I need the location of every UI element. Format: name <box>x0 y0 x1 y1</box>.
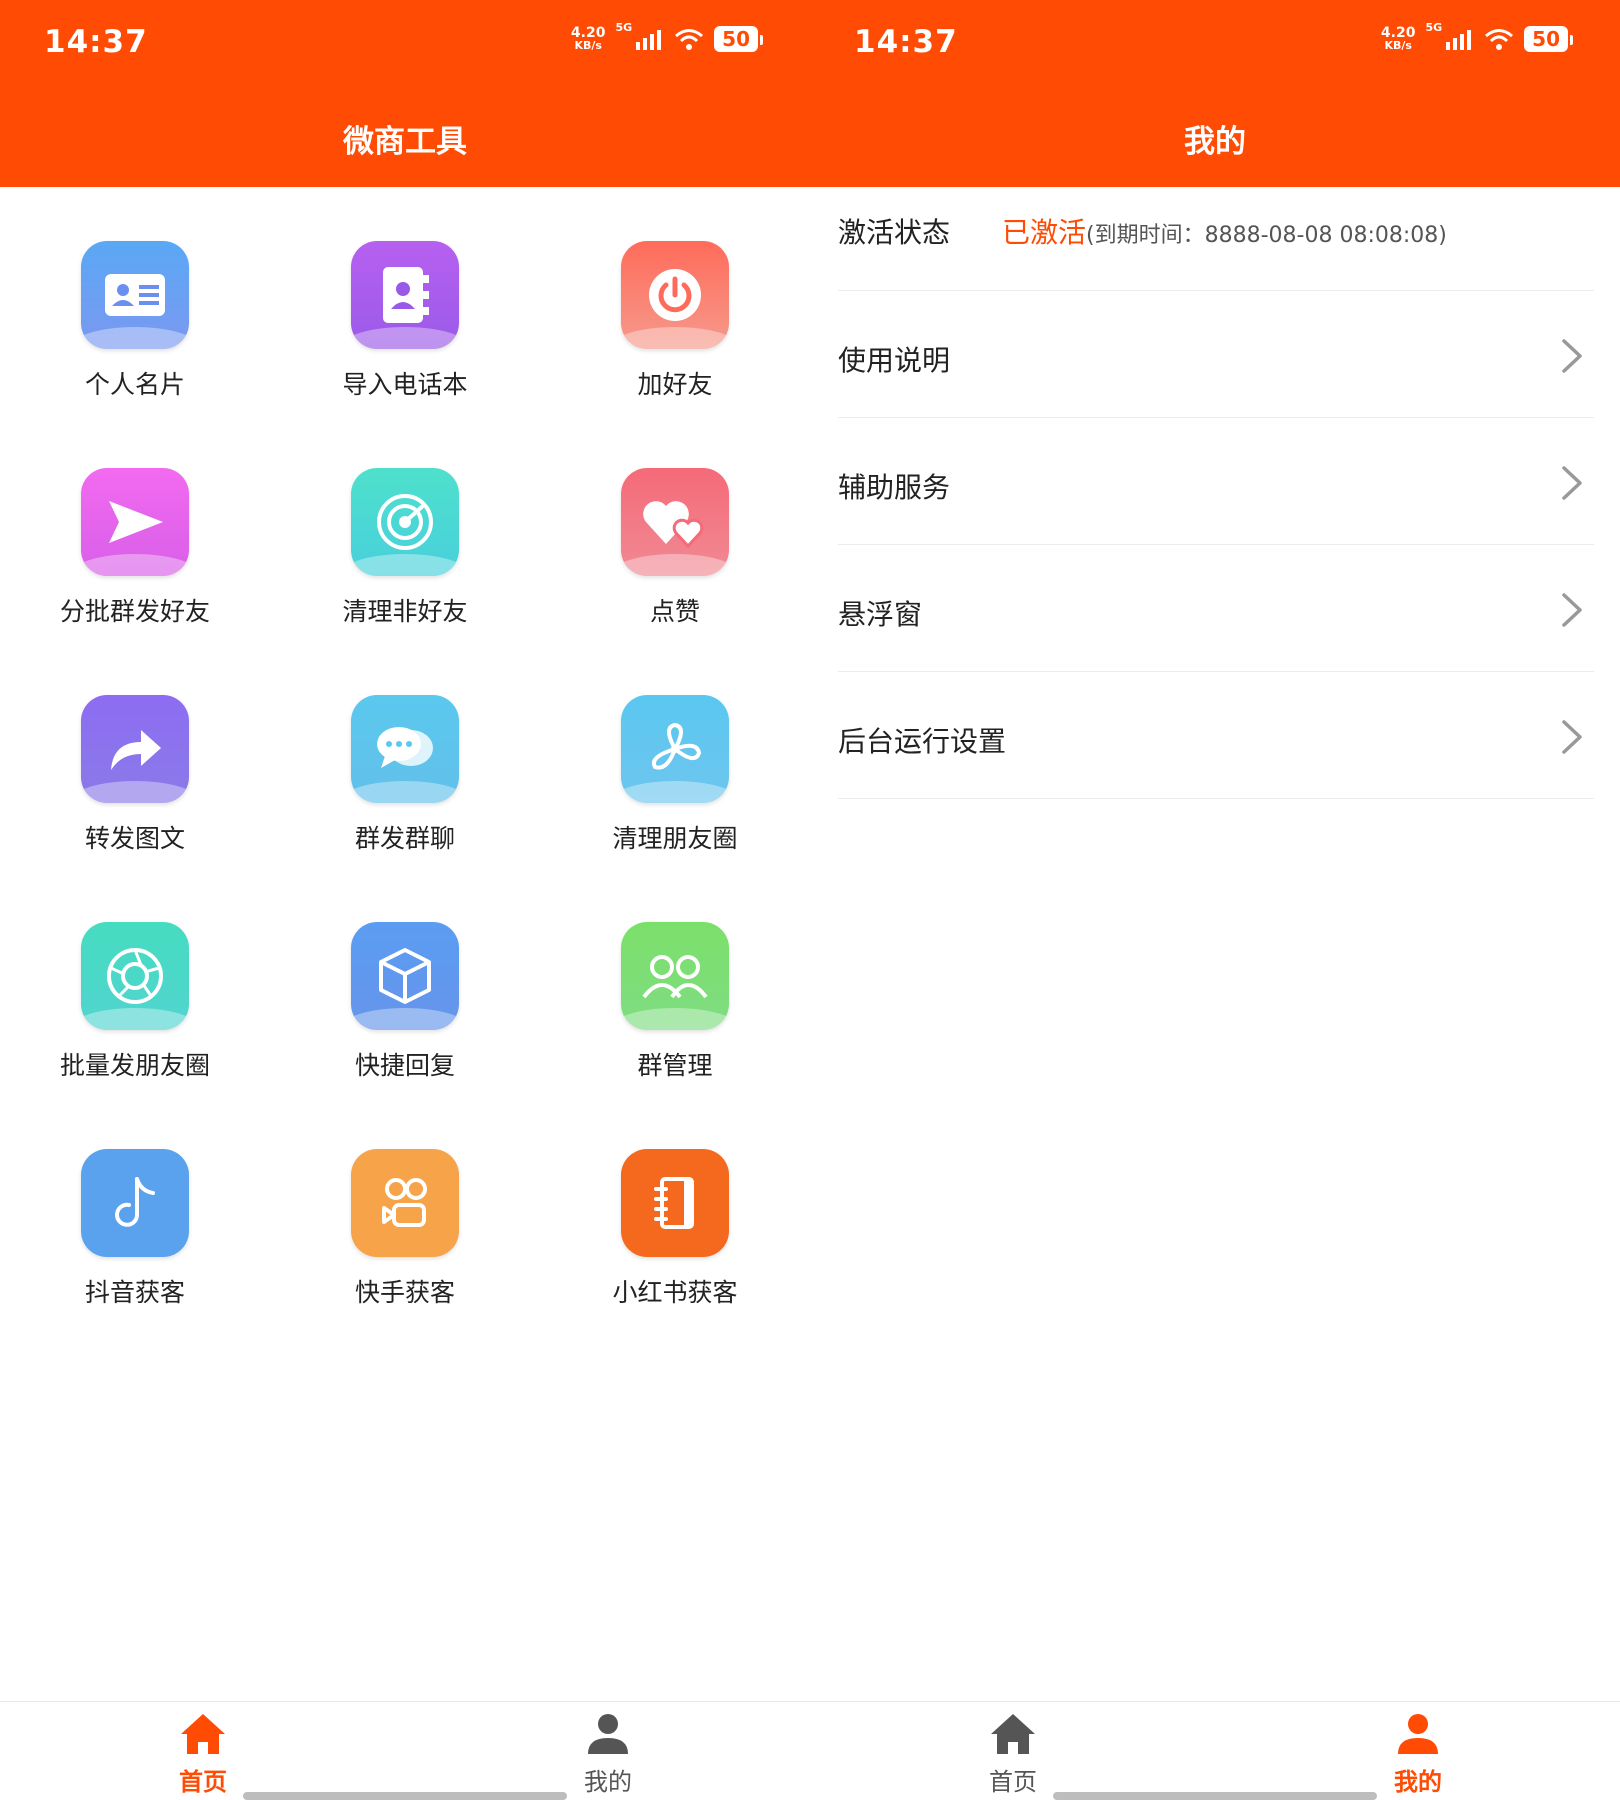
top-bar: 14:37 4.20 KB/s 5G 50 微商工具 <box>0 0 810 187</box>
home-indicator[interactable] <box>1053 1792 1377 1800</box>
home-icon <box>181 1714 225 1754</box>
tool-clean-moments[interactable]: 清理朋友圈 <box>540 641 810 853</box>
hearts-icon <box>621 468 729 576</box>
menu-background-run-settings[interactable]: 后台运行设置 <box>838 672 1594 799</box>
cube-icon <box>351 922 459 1030</box>
menu-usage-guide[interactable]: 使用说明 <box>838 291 1594 418</box>
share-arrow-icon <box>81 695 189 803</box>
tool-xiaohongshu-leads[interactable]: 小红书获客 <box>540 1095 810 1307</box>
status-time: 14:37 <box>854 24 958 60</box>
page-title: 微商工具 <box>343 124 467 160</box>
expire-time: (到期时间：8888-08-08 08:08:08) <box>1086 223 1447 248</box>
tool-group-management[interactable]: 群管理 <box>540 868 810 1080</box>
menu-floating-window[interactable]: 悬浮窗 <box>838 545 1594 672</box>
aperture-icon <box>81 922 189 1030</box>
activation-status: 已激活(到期时间：8888-08-08 08:08:08) <box>1002 216 1447 249</box>
tool-quick-reply[interactable]: 快捷回复 <box>270 868 540 1080</box>
person-icon <box>1398 1714 1438 1754</box>
tool-add-friends[interactable]: 加好友 <box>540 187 810 399</box>
group-icon <box>621 922 729 1030</box>
wifi-icon <box>1485 29 1514 50</box>
tool-batch-post-moments[interactable]: 批量发朋友圈 <box>0 868 270 1080</box>
status-time: 14:37 <box>44 24 148 60</box>
radar-icon <box>351 468 459 576</box>
tool-forward-post[interactable]: 转发图文 <box>0 641 270 853</box>
home-indicator[interactable] <box>243 1792 567 1800</box>
tool-batch-message-friends[interactable]: 分批群发好友 <box>0 414 270 626</box>
mine-screen: 14:37 4.20 KB/s 5G 50 我的 激活状态 已激活(到期时间：8… <box>810 0 1620 1800</box>
nav-mine[interactable]: 我的 <box>1318 1712 1518 1797</box>
menu-accessibility-service[interactable]: 辅助服务 <box>838 418 1594 545</box>
nav-mine[interactable]: 我的 <box>508 1712 708 1797</box>
tool-import-phonebook[interactable]: 导入电话本 <box>270 187 540 399</box>
tool-clean-non-friends[interactable]: 清理非好友 <box>270 414 540 626</box>
activation-status-row: 激活状态 已激活(到期时间：8888-08-08 08:08:08) <box>838 187 1594 291</box>
page-title: 我的 <box>1184 124 1246 160</box>
tool-personal-card[interactable]: 个人名片 <box>0 187 270 399</box>
chevron-right-icon <box>1562 593 1582 627</box>
chevron-right-icon <box>1562 720 1582 754</box>
chevron-right-icon <box>1562 339 1582 373</box>
send-icon <box>81 468 189 576</box>
pinwheel-icon <box>621 695 729 803</box>
bottom-nav: 首页 我的 <box>0 1701 810 1800</box>
nav-home[interactable]: 首页 <box>913 1712 1113 1797</box>
home-icon <box>991 1714 1035 1754</box>
video-camera-icon <box>351 1149 459 1257</box>
tool-douyin-leads[interactable]: 抖音获客 <box>0 1095 270 1307</box>
nav-home[interactable]: 首页 <box>103 1712 303 1797</box>
contact-book-icon <box>351 241 459 349</box>
music-note-icon <box>81 1149 189 1257</box>
network-speed: 4.20 KB/s <box>570 25 606 52</box>
tool-group-broadcast[interactable]: 群发群聊 <box>270 641 540 853</box>
signal-icon <box>1446 30 1472 50</box>
tool-like[interactable]: 点赞 <box>540 414 810 626</box>
network-type: 5G <box>615 20 633 34</box>
id-card-icon <box>81 241 189 349</box>
notebook-icon <box>621 1149 729 1257</box>
tool-kuaishou-leads[interactable]: 快手获客 <box>270 1095 540 1307</box>
battery-indicator: 50 <box>714 26 763 52</box>
signal-icon <box>636 30 662 50</box>
network-speed: 4.20 KB/s <box>1380 25 1416 52</box>
chevron-right-icon <box>1562 466 1582 500</box>
top-bar: 14:37 4.20 KB/s 5G 50 我的 <box>810 0 1620 187</box>
home-screen: 14:37 4.20 KB/s 5G 50 微商工具 个人名片 导入电话本 加好… <box>0 0 810 1800</box>
network-type: 5G <box>1425 20 1443 34</box>
chat-bubbles-icon <box>351 695 459 803</box>
power-icon <box>621 241 729 349</box>
status-icons: 4.20 KB/s 5G 50 <box>570 21 763 52</box>
bottom-nav: 首页 我的 <box>810 1701 1620 1800</box>
wifi-icon <box>675 29 704 50</box>
status-icons: 4.20 KB/s 5G 50 <box>1380 21 1573 52</box>
person-icon <box>588 1714 628 1754</box>
battery-indicator: 50 <box>1524 26 1573 52</box>
